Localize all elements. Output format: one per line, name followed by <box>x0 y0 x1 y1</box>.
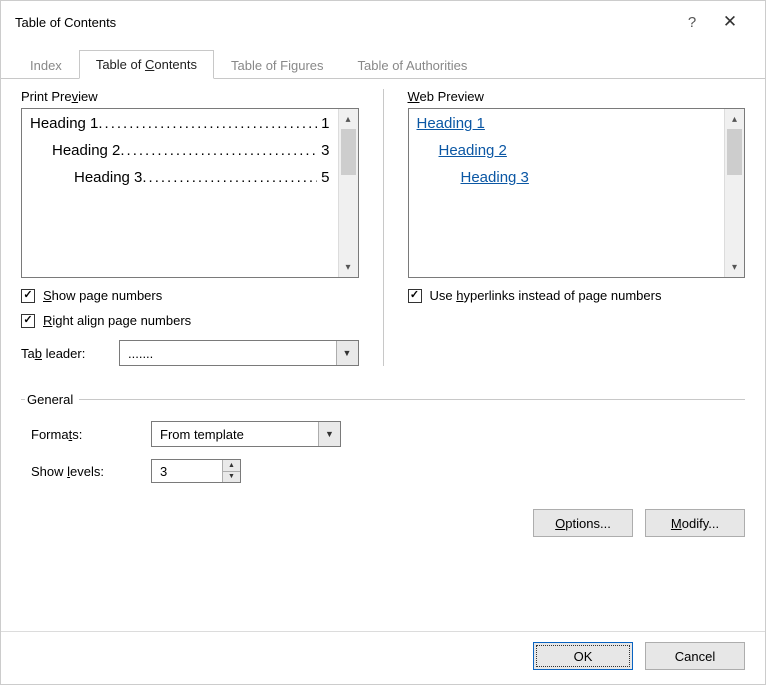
general-group: General Formats: From template ▼ Show le… <box>21 392 745 483</box>
formats-select[interactable]: From template ▼ <box>151 421 341 447</box>
print-preview-row: Heading 1 ..............................… <box>30 115 330 132</box>
show-levels-label: Show levels: <box>31 464 143 479</box>
tab-table-of-figures[interactable]: Table of Figures <box>214 51 341 79</box>
right-align-page-numbers-label: Right align page numbers <box>43 313 191 328</box>
tab-leader-select[interactable]: ....... ▼ <box>119 340 359 366</box>
chevron-down-icon[interactable]: ▼ <box>318 422 340 446</box>
web-preview-label: Web Preview <box>408 89 746 104</box>
web-preview-link: Heading 2 <box>417 142 507 159</box>
vertical-divider <box>383 89 384 366</box>
dialog-body: Print Preview Heading 1 ................… <box>1 79 765 619</box>
spinner-up-icon[interactable]: ▲ <box>223 460 240 471</box>
show-levels-value: 3 <box>152 464 222 479</box>
close-button[interactable]: ✕ <box>707 12 753 32</box>
web-preview-link: Heading 1 <box>417 115 485 132</box>
general-legend: General <box>25 392 79 407</box>
tab-leader-label: Tab leader: <box>21 346 111 361</box>
ok-button[interactable]: OK <box>533 642 633 670</box>
leader-dots: ........................................… <box>142 169 317 186</box>
dialog-footer: OK Cancel <box>1 631 765 684</box>
scroll-thumb[interactable] <box>727 129 742 175</box>
print-preview-box: Heading 1 ..............................… <box>21 108 359 278</box>
print-preview-row: Heading 2 ..............................… <box>30 142 330 159</box>
web-preview-box: Heading 1 Heading 2 Heading 3 ▴ ▾ <box>408 108 746 278</box>
chevron-down-icon[interactable]: ▼ <box>336 341 358 365</box>
tab-leader-value: ....... <box>120 346 336 361</box>
use-hyperlinks-label: Use hyperlinks instead of page numbers <box>430 288 662 303</box>
web-preview-link: Heading 3 <box>417 169 529 186</box>
show-levels-spinner[interactable]: 3 ▲ ▼ <box>151 459 241 483</box>
print-preview-label: Print Preview <box>21 89 359 104</box>
leader-dots: ........................................… <box>120 142 317 159</box>
formats-label: Formats: <box>31 427 143 442</box>
cancel-button[interactable]: Cancel <box>645 642 745 670</box>
leader-dots: ........................................… <box>98 115 317 132</box>
web-preview-section: Web Preview Heading 1 Heading 2 Heading … <box>408 89 746 366</box>
spinner-down-icon[interactable]: ▼ <box>223 471 240 483</box>
help-button[interactable]: ? <box>677 14 707 31</box>
web-preview-scrollbar[interactable]: ▴ ▾ <box>724 109 744 277</box>
toc-dialog: Table of Contents ? ✕ Index Table of Con… <box>0 0 766 685</box>
print-preview-row: Heading 3 ..............................… <box>30 169 330 186</box>
options-button[interactable]: Options... <box>533 509 633 537</box>
scroll-thumb[interactable] <box>341 129 356 175</box>
tab-strip: Index Table of Contents Table of Figures… <box>1 49 765 79</box>
print-preview-scrollbar[interactable]: ▴ ▾ <box>338 109 358 277</box>
tab-table-of-contents[interactable]: Table of Contents <box>79 50 214 79</box>
show-page-numbers-checkbox[interactable] <box>21 289 35 303</box>
tab-table-of-authorities[interactable]: Table of Authorities <box>341 51 485 79</box>
dialog-title: Table of Contents <box>15 15 677 30</box>
tab-index[interactable]: Index <box>13 51 79 79</box>
scroll-down-icon[interactable]: ▾ <box>725 257 744 277</box>
use-hyperlinks-checkbox[interactable] <box>408 289 422 303</box>
formats-value: From template <box>152 427 318 442</box>
titlebar: Table of Contents ? ✕ <box>1 1 765 43</box>
web-preview-content: Heading 1 Heading 2 Heading 3 <box>409 109 725 277</box>
show-page-numbers-label: Show page numbers <box>43 288 162 303</box>
modify-button[interactable]: Modify... <box>645 509 745 537</box>
print-preview-section: Print Preview Heading 1 ................… <box>21 89 359 366</box>
scroll-down-icon[interactable]: ▾ <box>339 257 358 277</box>
scroll-up-icon[interactable]: ▴ <box>339 109 358 129</box>
scroll-up-icon[interactable]: ▴ <box>725 109 744 129</box>
print-preview-content: Heading 1 ..............................… <box>22 109 338 277</box>
right-align-page-numbers-checkbox[interactable] <box>21 314 35 328</box>
